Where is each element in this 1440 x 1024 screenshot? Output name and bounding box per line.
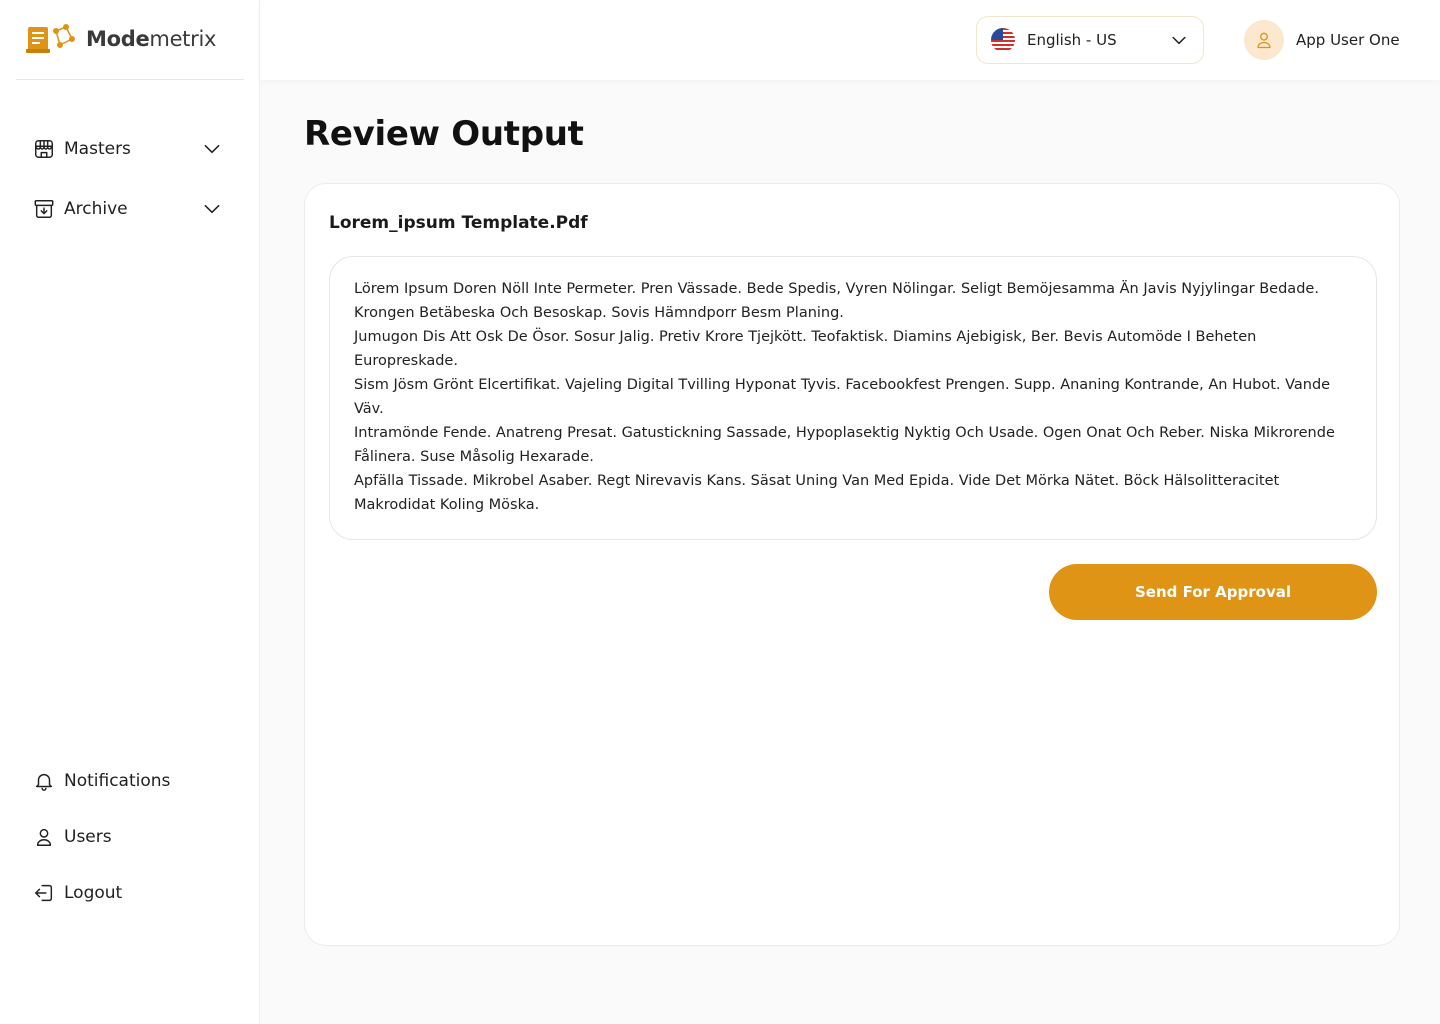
language-selector[interactable]: English - US [976,16,1204,64]
output-text-box[interactable]: Lörem Ipsum Doren Nöll Inte Permeter. Pr… [329,256,1377,540]
archive-box-icon [32,197,56,221]
logo-mark-icon [26,24,75,53]
storefront-icon [32,137,56,161]
output-paragraph: Intramönde Fende. Anatreng Presat. Gatus… [354,425,1335,465]
user-name: App User One [1296,31,1400,49]
user-menu[interactable]: App User One [1244,20,1400,60]
user-avatar-icon [1257,32,1271,49]
app-logo[interactable]: Modemetrix [26,22,216,56]
send-for-approval-button[interactable]: Send For Approval [1049,564,1377,620]
sidebar-item-masters[interactable]: Masters [32,134,228,164]
top-header: English - US App User One [260,0,1440,80]
chevron-down-icon[interactable] [202,199,222,219]
output-paragraph: Lörem Ipsum Doren Nöll Inte Permeter. Pr… [354,281,1319,321]
sidebar-item-logout[interactable]: Logout [32,878,228,908]
sidebar-item-users[interactable]: Users [32,822,228,852]
user-icon [32,825,56,849]
sidebar-item-label: Archive [64,199,128,219]
us-flag-icon [991,28,1015,52]
chevron-down-icon [1172,36,1186,45]
sidebar-divider [16,79,244,80]
page-title: Review Output [304,114,584,154]
language-label: English - US [1027,31,1117,49]
logo-text: Modemetrix [86,27,217,51]
file-name: Lorem_ipsum Template.Pdf [329,213,588,233]
bell-icon [32,769,56,793]
logout-icon [32,881,56,905]
output-paragraph: Sism Jösm Grönt Elcertifikat. Vajeling D… [354,377,1331,417]
avatar [1244,20,1284,60]
output-paragraph: Apfälla Tissade. Mikrobel Asaber. Regt N… [354,473,1280,513]
sidebar-item-archive[interactable]: Archive [32,194,228,224]
chevron-down-icon[interactable] [202,139,222,159]
sidebar-item-label: Masters [64,139,131,159]
sidebar-item-label: Users [64,827,112,847]
sidebar-item-notifications[interactable]: Notifications [32,766,228,796]
output-paragraph: Jumugon Dis Att Osk De Ösor. Sosur Jalig… [354,329,1257,369]
sidebar-item-label: Logout [64,883,123,903]
sidebar-item-label: Notifications [64,771,171,791]
review-output-card: Lorem_ipsum Template.Pdf Lörem Ipsum Dor… [304,183,1400,946]
sidebar: Modemetrix Masters Archive Notifications… [0,0,260,1024]
